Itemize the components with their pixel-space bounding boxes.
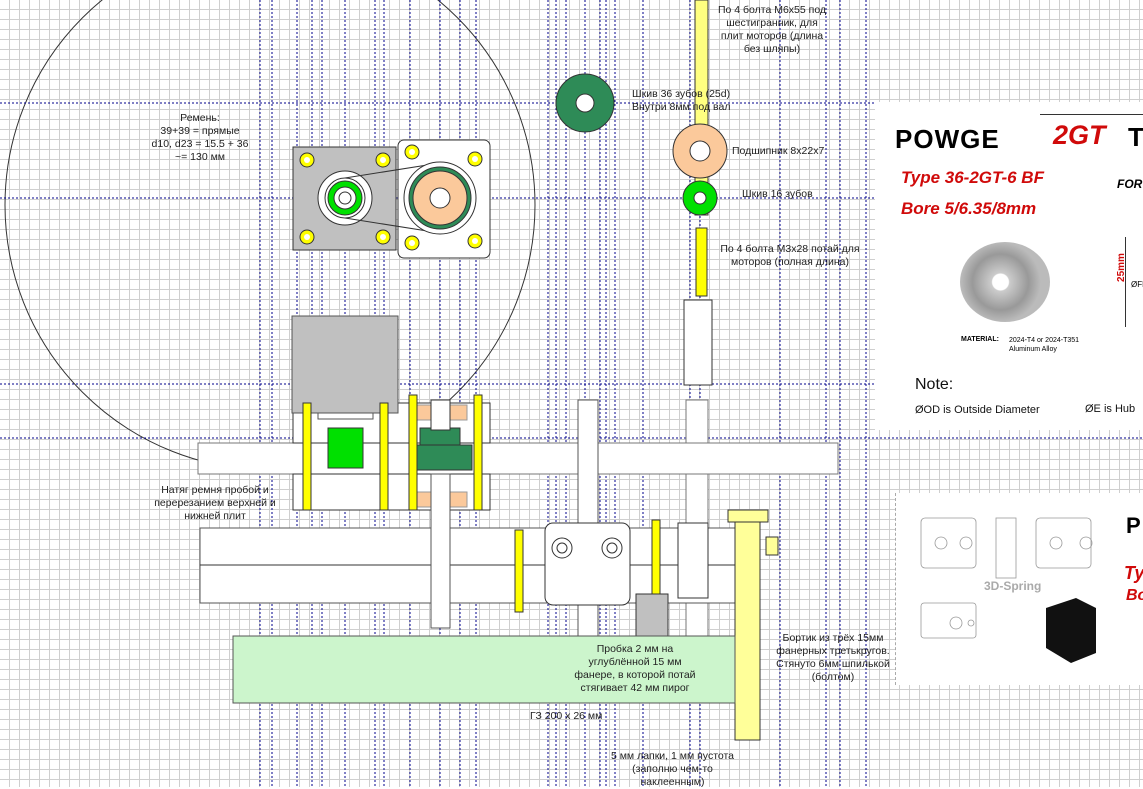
small-pulley-side <box>327 427 364 469</box>
feet-label: 5 мм лапки, 1 мм пустота (заполню чем-то н… <box>610 750 735 788</box>
belt-label: Ремень: 39+39 = прямые d10, d23 = 15.5 + 3… <box>151 112 249 163</box>
lead-nut-3d <box>1046 598 1096 663</box>
clamp-block[interactable] <box>544 522 631 606</box>
motor-side[interactable] <box>291 315 399 414</box>
pulley16-label: Шкив 16 зубов <box>742 188 813 200</box>
series-title-tail: T <box>1128 122 1143 152</box>
lead-nut-drawing-image[interactable]: 3D-Spring P Ty Bo <box>895 493 1143 685</box>
pulley-product-image[interactable]: POWGE 2GT T Type 36-2GT-6 BF FOR Bore 5/… <box>875 102 1143 430</box>
material-label: MATERIAL: <box>961 336 999 343</box>
note-e: ØE is Hub <box>1085 403 1136 415</box>
rim-label: Бортик из трёх 15мм фанерных третькругов.… <box>776 632 890 683</box>
pulley-photo <box>960 242 1050 322</box>
type-text: Type 36-2GT-6 BF <box>901 168 1044 187</box>
watermark-text: 3D-Spring <box>984 579 1042 593</box>
brand-partial: P <box>1126 513 1141 538</box>
note-od: ØOD is Outside Diameter <box>915 404 1040 416</box>
height-dimension: 25mm <box>1115 253 1127 282</box>
type-partial: Ty <box>1124 563 1143 583</box>
big-pulley-side <box>409 444 473 471</box>
bearing-label: Подшипник 8x22x7 <box>732 145 825 157</box>
pulley36-label: Шкив 36 зубов (25d) Внутри 8мм под вал <box>632 88 731 113</box>
lead-screw <box>685 399 709 641</box>
for-text: FOR <box>1117 177 1143 191</box>
tension-label: Натяг ремня пробой и перерезанием верхней… <box>154 484 276 522</box>
fd-label: ØFD <box>1131 280 1143 289</box>
shaft <box>430 473 451 629</box>
main-plate <box>197 442 839 475</box>
rod-6mm[interactable] <box>734 511 761 741</box>
dimension-line <box>1125 237 1126 327</box>
title-rule <box>1040 114 1143 115</box>
material-value: 2024-T4 or 2024-T351 Aluminum Alloy <box>1009 337 1080 353</box>
bore-text: Bore 5/6.35/8mm <box>901 199 1037 218</box>
drawing-canvas[interactable]: Ремень: 39+39 = прямые d10, d23 = 15.5 + 3… <box>0 0 1143 788</box>
series-title: 2GT <box>1053 120 1106 150</box>
bolts-m6-label: По 4 болта M6x55 под шестигранник, для пли… <box>717 4 827 55</box>
note-title: Note: <box>915 376 954 393</box>
lead-nut[interactable] <box>683 299 713 386</box>
cork-label: Пробка 2 мм на углублённой 15 мм фанере, в… <box>574 643 696 694</box>
powge-logo: POWGE <box>895 124 1000 154</box>
bore-partial: Bo <box>1126 587 1143 604</box>
bolts-m3-label: По 4 болта M3x28 потай для моторов (полна… <box>720 243 860 268</box>
bolt-m3[interactable] <box>695 227 708 297</box>
gz-label: ГЗ 200 x 26 мм <box>530 710 603 722</box>
